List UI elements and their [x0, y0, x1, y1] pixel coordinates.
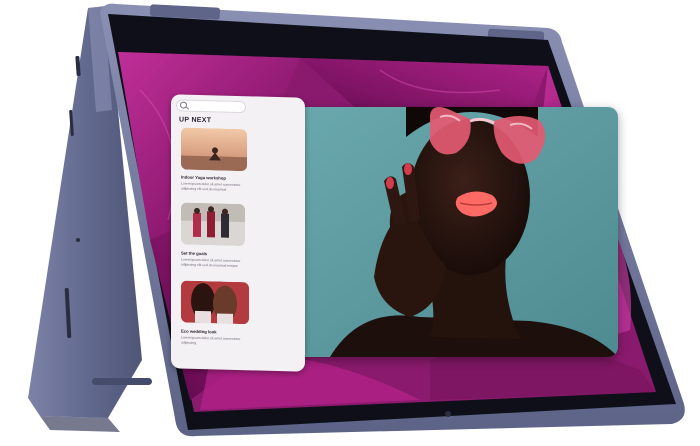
- card-image-wedding[interactable]: [181, 280, 249, 325]
- card-image-yoga[interactable]: [181, 127, 247, 172]
- up-next-panel: UP NEXT Indoor Yoga workshop Lorem ipsum…: [171, 94, 305, 372]
- card-text: Lorem ipsum dolor sit amet consectetur a…: [181, 257, 241, 268]
- photo-window[interactable]: [270, 107, 618, 357]
- search-input[interactable]: [177, 100, 245, 113]
- panel-title: UP NEXT: [179, 116, 212, 125]
- card-text: Lorem ipsum dolor sit amet consectetur a…: [181, 181, 241, 192]
- card-text: Lorem ipsum dolor sit amet consectetur a…: [181, 335, 241, 345]
- card-image-goals[interactable]: [181, 202, 245, 247]
- search-icon: [180, 101, 187, 109]
- portrait-image: [270, 107, 618, 357]
- product-photo: UP NEXT Indoor Yoga workshop Lorem ipsum…: [0, 0, 700, 446]
- webcam-icon: [445, 411, 451, 417]
